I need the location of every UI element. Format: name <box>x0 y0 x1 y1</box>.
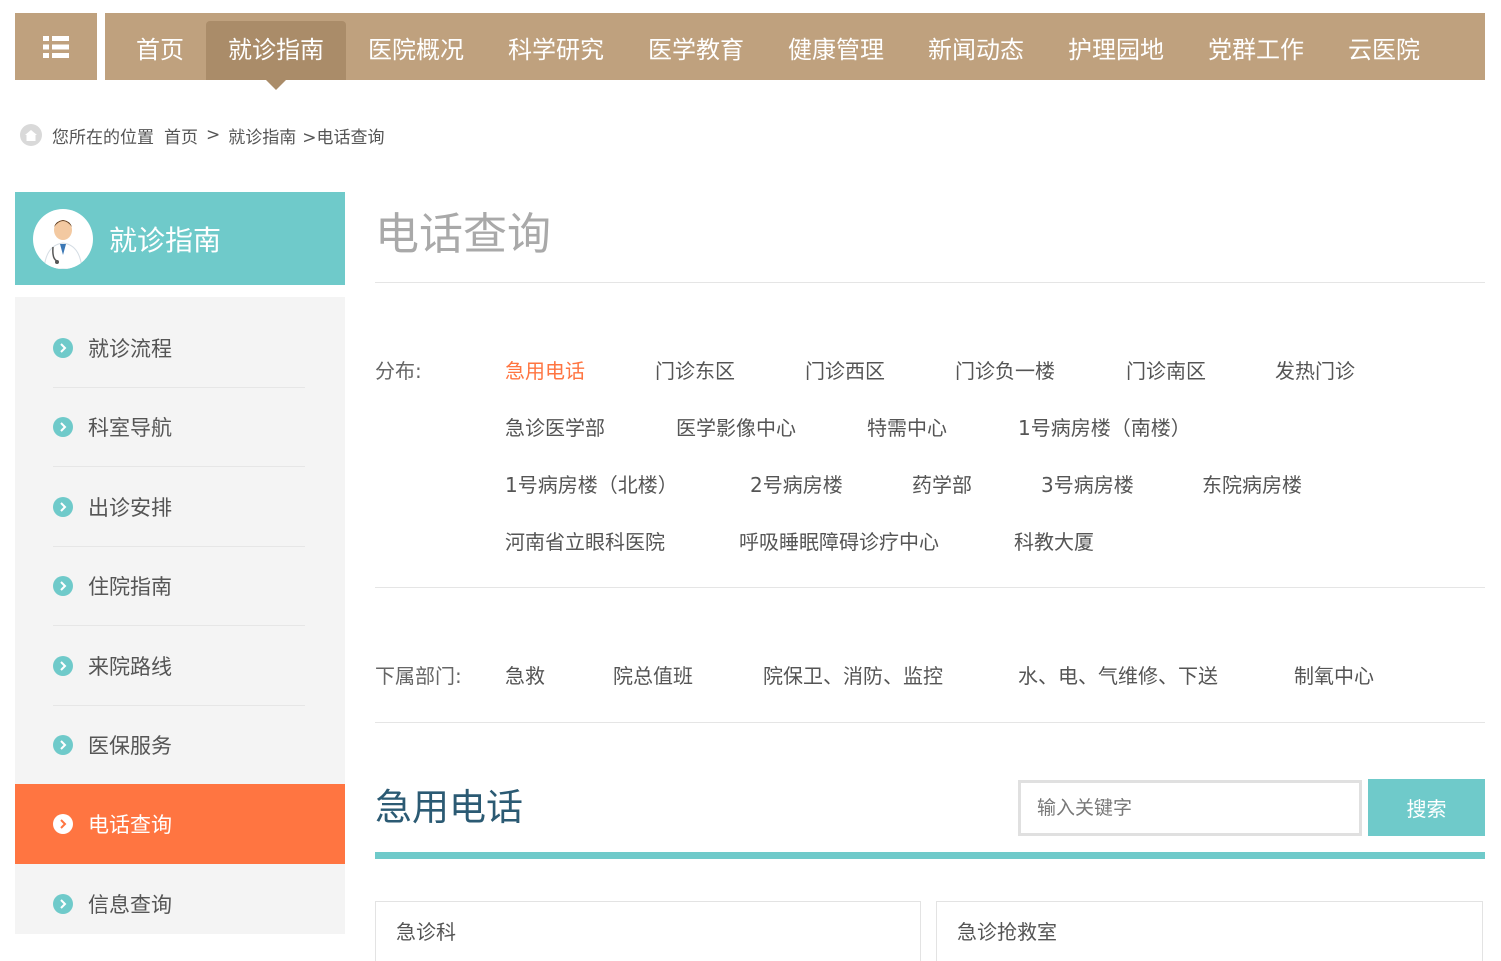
chevron-right-icon <box>53 655 73 676</box>
home-icon <box>20 124 42 146</box>
nav-item-education[interactable]: 医学教育 <box>626 21 766 80</box>
chevron-right-icon <box>53 575 73 596</box>
nav-item-cloud-hospital[interactable]: 云医院 <box>1326 21 1442 80</box>
filter-sleep-center[interactable]: 呼吸睡眠障碍诊疗中心 <box>739 526 939 555</box>
dept-first-aid[interactable]: 急救 <box>505 660 545 689</box>
filter-emergency-phone[interactable]: 急用电话 <box>505 355 585 384</box>
sidebar-item-label: 电话查询 <box>88 812 172 837</box>
dept-general-duty[interactable]: 院总值班 <box>613 660 693 689</box>
dept-maintenance[interactable]: 水、电、气维修、下送 <box>1018 660 1218 689</box>
chevron-right-icon <box>53 496 73 517</box>
chevron-right-icon <box>53 734 73 755</box>
search-input[interactable] <box>1018 780 1362 836</box>
sidebar-item-directions[interactable]: 来院路线 <box>15 626 345 706</box>
chevron-right-icon <box>53 337 73 358</box>
divider <box>375 282 1485 283</box>
divider <box>375 587 1485 588</box>
page-title: 电话查询 <box>375 209 551 260</box>
breadcrumb-separator: > <box>206 125 221 145</box>
doctor-avatar-icon <box>33 208 93 269</box>
sidebar-item-label: 科室导航 <box>88 415 172 440</box>
divider <box>375 722 1485 723</box>
sidebar-item-info-lookup[interactable]: 信息查询 <box>15 864 345 944</box>
breadcrumb: 您所在的位置 首页 > 就诊指南 >电话查询 <box>20 123 385 148</box>
phone-card-title: 急诊科 <box>396 920 456 944</box>
breadcrumb-home-link[interactable]: 首页 <box>164 123 198 148</box>
filter-ward-3[interactable]: 3号病房楼 <box>1041 469 1134 498</box>
dept-oxygen-center[interactable]: 制氧中心 <box>1294 660 1374 689</box>
filter-science-building[interactable]: 科教大厦 <box>1014 526 1094 555</box>
breadcrumb-current: >电话查询 <box>302 127 385 148</box>
menu-toggle-button[interactable] <box>15 13 97 80</box>
filter-imaging-center[interactable]: 医学影像中心 <box>676 412 796 441</box>
sidebar-menu: 就诊流程 科室导航 出诊安排 住院指南 来院路线 医保服务 电话查询 信息查询 <box>15 297 345 934</box>
phone-card-title: 急诊抢救室 <box>957 920 1057 944</box>
filter-ward-1-south[interactable]: 1号病房楼（南楼） <box>1018 412 1191 441</box>
list-grid-icon <box>43 35 69 58</box>
sidebar-item-label: 医保服务 <box>88 733 172 758</box>
chevron-right-icon <box>53 893 73 914</box>
sidebar-item-label: 来院路线 <box>88 654 172 679</box>
filter-east-campus-ward[interactable]: 东院病房楼 <box>1202 469 1302 498</box>
section-title: 急用电话 <box>375 786 523 829</box>
nav-item-home[interactable]: 首页 <box>114 21 206 80</box>
sidebar-title: 就诊指南 <box>109 223 222 257</box>
sidebar-header: 就诊指南 <box>15 192 345 285</box>
nav-item-health-management[interactable]: 健康管理 <box>766 21 906 80</box>
sidebar-item-visit-process[interactable]: 就诊流程 <box>15 308 345 388</box>
sidebar-item-label: 就诊流程 <box>88 336 172 361</box>
section-underline <box>375 852 1485 859</box>
main-navigation: 首页 就诊指南 医院概况 科学研究 医学教育 健康管理 新闻动态 护理园地 党群… <box>105 13 1485 90</box>
filter-outpatient-west[interactable]: 门诊西区 <box>805 355 885 384</box>
nav-item-nursing[interactable]: 护理园地 <box>1046 21 1186 80</box>
breadcrumb-section-link[interactable]: 就诊指南 <box>228 123 296 148</box>
filter-emergency-medicine[interactable]: 急诊医学部 <box>505 412 605 441</box>
nav-item-news[interactable]: 新闻动态 <box>906 21 1046 80</box>
filter-eye-hospital[interactable]: 河南省立眼科医院 <box>505 526 665 555</box>
filter-pharmacy[interactable]: 药学部 <box>912 469 972 498</box>
sidebar-item-insurance-service[interactable]: 医保服务 <box>15 705 345 785</box>
phone-card: 急诊科 <box>375 901 921 961</box>
filter-ward-1-north[interactable]: 1号病房楼（北楼） <box>505 469 678 498</box>
chevron-right-icon <box>53 813 73 834</box>
filter-outpatient-east[interactable]: 门诊东区 <box>655 355 735 384</box>
filter-outpatient-basement[interactable]: 门诊负一楼 <box>955 355 1055 384</box>
breadcrumb-prefix: 您所在的位置 <box>52 127 154 148</box>
nav-item-hospital-overview[interactable]: 医院概况 <box>346 21 486 80</box>
dept-security[interactable]: 院保卫、消防、监控 <box>763 660 943 689</box>
departments-label: 下属部门: <box>375 664 462 688</box>
nav-item-visit-guide[interactable]: 就诊指南 <box>206 21 346 90</box>
filter-special-needs-center[interactable]: 特需中心 <box>867 412 947 441</box>
sidebar-item-department-navigation[interactable]: 科室导航 <box>15 387 345 467</box>
sidebar-item-clinic-schedule[interactable]: 出诊安排 <box>15 467 345 547</box>
search-button[interactable]: 搜索 <box>1368 779 1485 836</box>
filter-ward-2[interactable]: 2号病房楼 <box>750 469 843 498</box>
filter-outpatient-south[interactable]: 门诊南区 <box>1126 355 1206 384</box>
distribution-label: 分布: <box>375 359 422 383</box>
sidebar-item-label: 出诊安排 <box>88 495 172 520</box>
sidebar-item-label: 信息查询 <box>88 892 172 917</box>
sidebar-item-inpatient-guide[interactable]: 住院指南 <box>15 546 345 626</box>
chevron-right-icon <box>53 416 73 437</box>
nav-item-party-work[interactable]: 党群工作 <box>1186 21 1326 80</box>
sidebar-item-label: 住院指南 <box>88 574 172 599</box>
sidebar-item-phone-lookup[interactable]: 电话查询 <box>15 784 345 864</box>
phone-card: 急诊抢救室 <box>936 901 1483 961</box>
filter-fever-clinic[interactable]: 发热门诊 <box>1275 355 1355 384</box>
nav-item-research[interactable]: 科学研究 <box>486 21 626 80</box>
